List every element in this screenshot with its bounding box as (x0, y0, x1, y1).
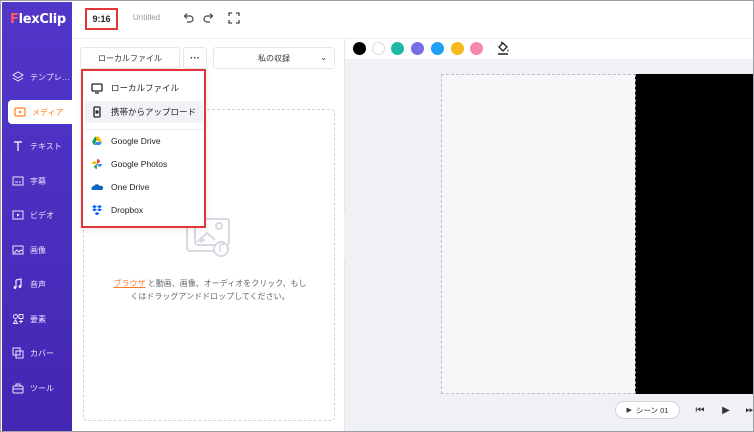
library-select-label: 私の収録 (258, 53, 290, 63)
text-icon (12, 140, 24, 152)
google-drive-icon (91, 135, 103, 147)
aspect-ratio-button[interactable]: 9:16 (85, 8, 118, 30)
menu-item-upload-from-phone[interactable]: 携帯からアップロード (85, 101, 203, 123)
dropbox-icon (91, 204, 103, 216)
monitor-icon (91, 82, 103, 94)
sidebar-item-label: カバー (30, 348, 54, 358)
app-logo[interactable]: FlexClip (10, 12, 66, 27)
menu-item-onedrive[interactable]: One Drive (85, 176, 203, 198)
color-swatch-purple[interactable] (411, 42, 424, 55)
color-swatch-blue[interactable] (431, 42, 444, 55)
scene-label: シーン 01 (635, 405, 669, 415)
video-icon (12, 209, 24, 221)
source-select[interactable]: ローカルファイル (80, 47, 180, 69)
skip-forward-icon[interactable]: ⏭ (743, 403, 754, 417)
paint-bucket-icon[interactable] (496, 41, 510, 55)
color-swatch-pink[interactable] (470, 42, 483, 55)
menu-item-google-drive[interactable]: Google Drive (85, 130, 203, 152)
library-select[interactable]: 私の収録 ⌄ (213, 47, 335, 69)
sidebar-item-templates[interactable]: テンプレ… (2, 65, 72, 89)
scene-play-button[interactable]: ▶ シーン 01 (615, 401, 680, 419)
sidebar-item-label: 画像 (30, 245, 46, 255)
sidebar-item-images[interactable]: 画像 (2, 238, 72, 262)
color-swatch-black[interactable] (353, 42, 366, 55)
background-color-bar (345, 39, 753, 59)
sidebar-item-cover[interactable]: カバー (2, 341, 72, 365)
chevron-down-icon: ⌄ (320, 53, 327, 62)
play-icon: ▶ (626, 407, 632, 414)
browse-link[interactable]: ブラウザ (114, 279, 146, 288)
layers-icon (12, 71, 24, 83)
sidebar-item-text[interactable]: テキスト (2, 134, 72, 158)
menu-item-dropbox[interactable]: Dropbox (85, 199, 203, 221)
redo-icon[interactable] (202, 11, 216, 25)
menu-item-label: One Drive (111, 182, 150, 192)
menu-item-label: ローカルファイル (111, 83, 180, 93)
dropzone-text: と動画、画像、オーディオをクリック、もしくはドラッグアンドドロップしてください。 (130, 279, 307, 301)
upload-source-menu: ローカルファイル 携帯からアップロード Google Drive Google … (81, 69, 206, 228)
sidebar-item-label: ツール (30, 383, 54, 393)
sidebar-item-audio[interactable]: 音声 (2, 272, 72, 296)
menu-item-label: Dropbox (111, 205, 144, 215)
skip-back-icon[interactable]: ⏮ (693, 403, 707, 417)
google-photos-icon (91, 158, 103, 170)
onedrive-icon (91, 181, 103, 193)
music-icon (12, 278, 24, 290)
app-window: FlexClip テンプレ… メディア テキスト 字幕 ビデオ 画像 音声 要素… (0, 0, 754, 432)
sidebar-item-label: 要素 (30, 314, 46, 324)
menu-item-label: Google Photos (111, 159, 168, 169)
menu-item-local-file[interactable]: ローカルファイル (85, 77, 203, 99)
fullscreen-icon[interactable] (227, 11, 241, 25)
elements-icon (12, 313, 24, 325)
menu-item-google-photos[interactable]: Google Photos (85, 153, 203, 175)
sidebar-item-media[interactable]: メディア (8, 100, 72, 124)
sidebar-item-label: 字幕 (30, 176, 46, 186)
more-options-button[interactable]: ··· (183, 47, 207, 69)
undo-icon[interactable] (181, 11, 195, 25)
menu-item-label: Google Drive (111, 136, 161, 146)
sidebar-item-label: メディア (32, 107, 64, 117)
color-swatch-white[interactable] (372, 42, 385, 55)
sidebar-item-label: 音声 (30, 279, 46, 289)
media-folder-icon (14, 106, 26, 118)
toolbox-icon (12, 382, 24, 394)
subtitle-icon (12, 175, 24, 187)
color-swatch-teal[interactable] (391, 42, 404, 55)
sidebar-item-video[interactable]: ビデオ (2, 203, 72, 227)
project-title[interactable]: Untitled (133, 13, 160, 22)
sidebar-item-elements[interactable]: 要素 (2, 307, 72, 331)
sidebar-item-tools[interactable]: ツール (2, 376, 72, 400)
image-icon (12, 244, 24, 256)
menu-item-label: 携帯からアップロード (111, 107, 197, 117)
dropzone-instructions: ブラウザ と動画、画像、オーディオをクリック、もしくはドラッグアンドドロップして… (113, 278, 307, 303)
sidebar: FlexClip テンプレ… メディア テキスト 字幕 ビデオ 画像 音声 要素… (2, 2, 72, 431)
play-icon[interactable]: ▶ (719, 403, 733, 417)
sidebar-item-label: テキスト (30, 141, 62, 151)
cover-icon (12, 347, 24, 359)
sidebar-item-subtitles[interactable]: 字幕 (2, 169, 72, 193)
canvas-frame[interactable] (441, 74, 641, 394)
video-canvas[interactable] (635, 74, 753, 394)
color-swatch-yellow[interactable] (451, 42, 464, 55)
phone-icon (91, 106, 103, 118)
sidebar-item-label: ビデオ (30, 210, 54, 220)
sidebar-item-label: テンプレ… (30, 72, 70, 82)
